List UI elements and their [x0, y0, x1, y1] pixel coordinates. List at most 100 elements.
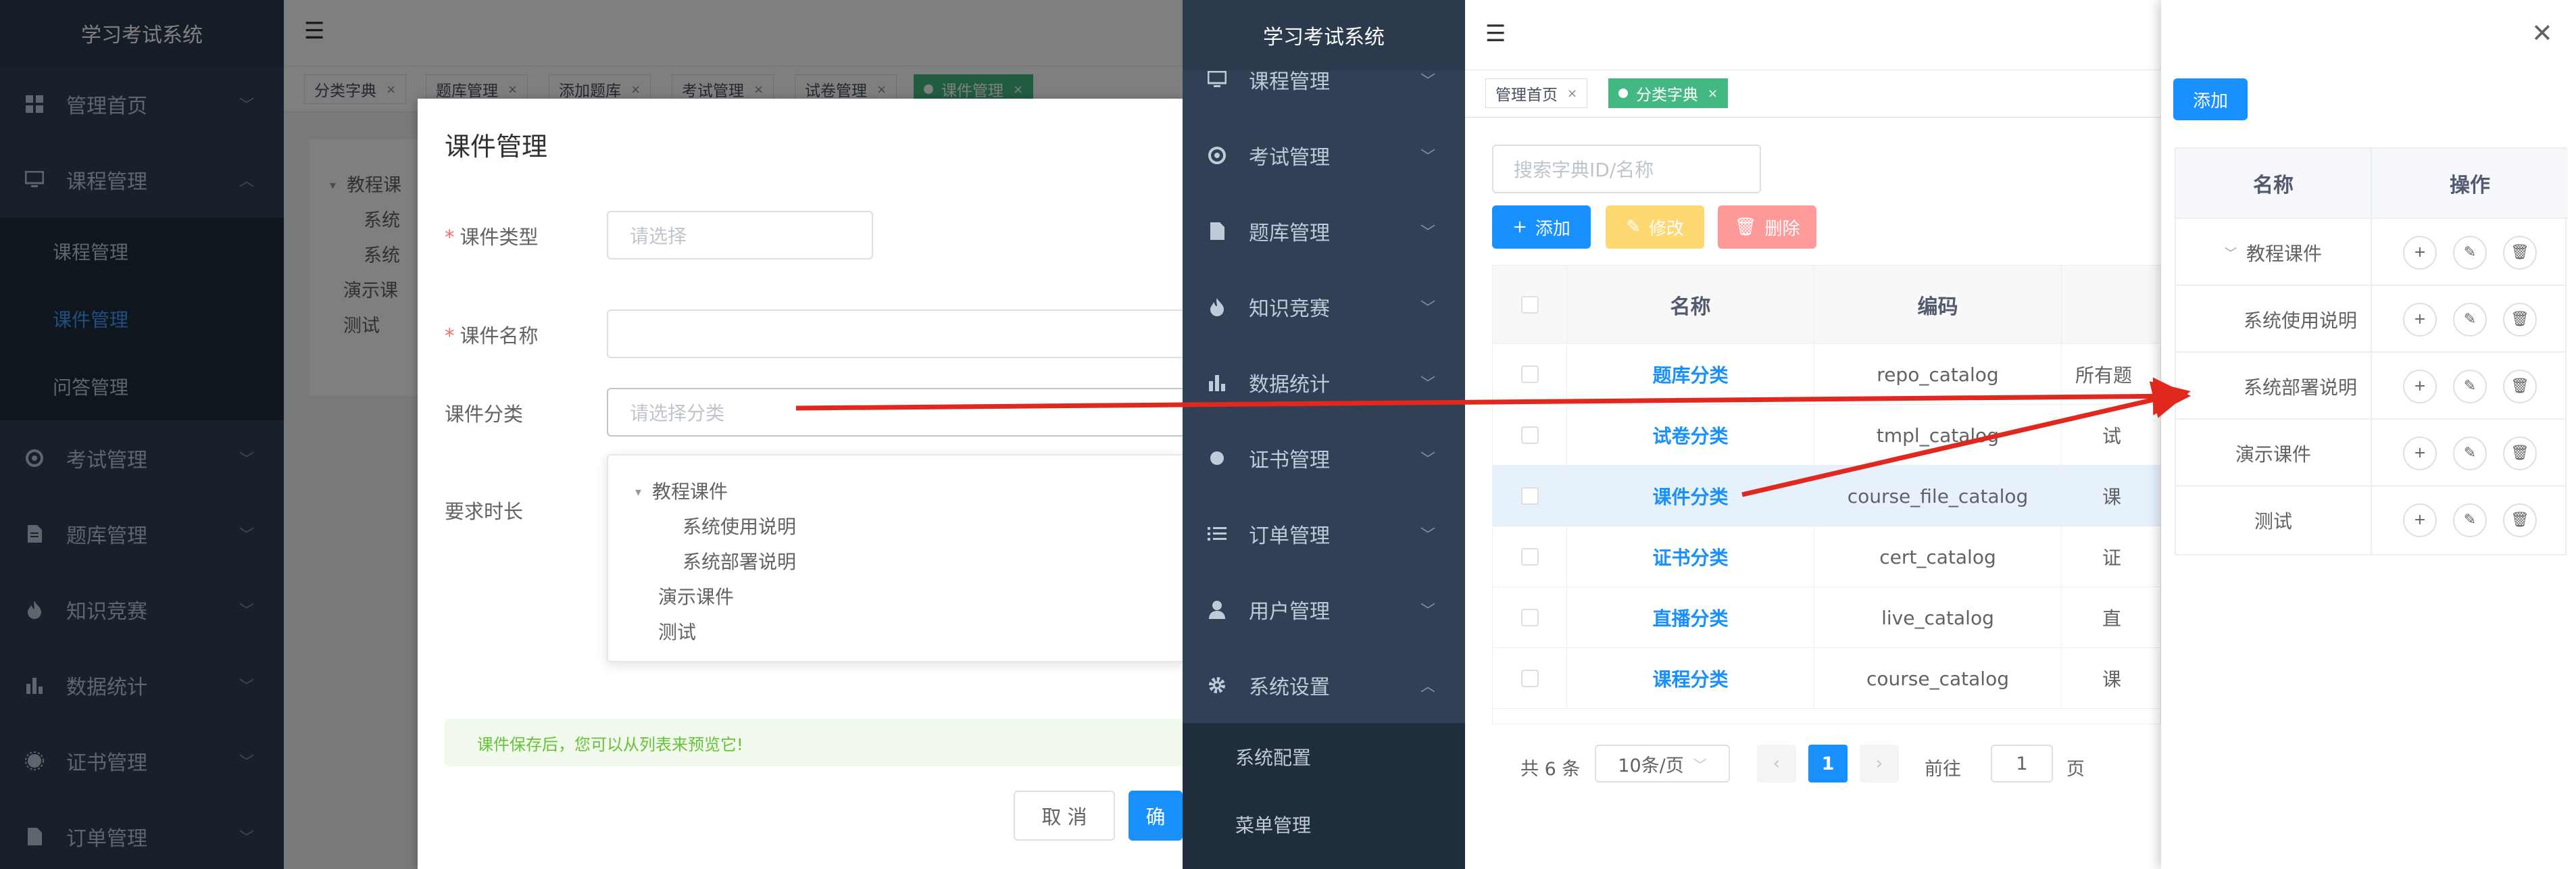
table-row[interactable]: 课程分类 course_catalog 课 — [1493, 648, 2162, 709]
close-icon[interactable]: × — [1567, 86, 1577, 101]
select-all-header — [1493, 266, 1567, 344]
table-row[interactable]: 题库分类 repo_catalog 所有题 — [1493, 344, 2162, 405]
close-icon[interactable]: × — [1708, 86, 1718, 101]
table-row-highlighted[interactable]: 课件分类 course_file_catalog 课 — [1493, 466, 2162, 526]
edit-button[interactable]: ✎ — [2453, 503, 2487, 537]
sidebar-item-label: 证书管理 — [1249, 449, 1330, 472]
select-all-checkbox[interactable] — [1520, 295, 1539, 314]
tree-node-test[interactable]: 测试 — [658, 618, 696, 645]
table-row[interactable]: 直播分类 live_catalog 直 — [1493, 587, 2162, 648]
row-name-link[interactable]: 课件分类 — [1567, 466, 1814, 526]
document-icon — [1207, 221, 1227, 241]
add-child-button[interactable]: + — [2403, 302, 2437, 337]
save-notice: 课件保存后，您可以从列表来预览它! — [445, 719, 1188, 766]
row-checkbox[interactable] — [1520, 426, 1539, 444]
next-page-button[interactable]: › — [1860, 745, 1899, 783]
close-icon[interactable]: ✕ — [2531, 20, 2553, 46]
row-name-link[interactable]: 课程分类 — [1567, 648, 1814, 709]
actions-header: 操作 — [2372, 149, 2568, 219]
row-code: course_catalog — [1814, 648, 2062, 709]
tree-row: 系统使用说明 + ✎ 🗑 — [2176, 286, 2565, 353]
tag-category-dict[interactable]: 分类字典 × — [1608, 78, 1729, 108]
delete-button[interactable]: 🗑 删除 — [1718, 205, 1816, 249]
pagination-total: 共 6 条 — [1520, 759, 1581, 780]
tag-label: 管理首页 — [1495, 86, 1558, 104]
sidebar-item-exam[interactable]: 考试管理 ﹀ — [1183, 118, 1465, 193]
duration-label: 要求时长 — [445, 500, 524, 523]
sidebar-item-label: 考试管理 — [1249, 146, 1330, 170]
prev-page-button[interactable]: ‹ — [1757, 745, 1796, 783]
goto-page-input[interactable]: 1 — [1991, 745, 2053, 783]
tree-row: ﹀ 教程课件 + ✎ 🗑 — [2176, 219, 2565, 286]
extra-header — [2062, 266, 2162, 344]
sidebar-item-order[interactable]: 订单管理 ﹀ — [1183, 496, 1465, 572]
chevron-down-icon: ﹀ — [1420, 451, 1435, 468]
second-sidebar: 学习考试系统 课程管理 ﹀ 考试管理 ﹀ 题库管理 ﹀ 知识竞赛 ﹀ 数据统计 … — [1183, 0, 1465, 869]
add-child-button[interactable]: + — [2403, 369, 2437, 403]
row-name-link[interactable]: 直播分类 — [1567, 587, 1814, 648]
edit-button[interactable]: ✎ 修改 — [1606, 205, 1704, 249]
add-child-button[interactable]: + — [2403, 436, 2437, 470]
name-input[interactable] — [607, 309, 1188, 358]
row-checkbox[interactable] — [1520, 487, 1539, 505]
row-checkbox[interactable] — [1520, 670, 1539, 687]
sidebar-item-contest[interactable]: 知识竞赛 ﹀ — [1183, 269, 1465, 345]
settings-submenu: 系统配置 菜单管理 — [1183, 723, 1465, 869]
edit-button[interactable]: ✎ — [2453, 302, 2487, 337]
caret-down-icon[interactable]: ﹀ — [2225, 244, 2237, 262]
submenu-item-config[interactable]: 系统配置 — [1183, 723, 1465, 791]
row-checkbox[interactable] — [1520, 366, 1539, 383]
type-select[interactable]: 请选择 — [607, 211, 873, 259]
cancel-button[interactable]: 取 消 — [1014, 791, 1115, 841]
hamburger-icon[interactable]: ☰ — [1485, 22, 1508, 45]
delete-button[interactable]: 🗑 — [2503, 369, 2537, 403]
row-name-link[interactable]: 题库分类 — [1567, 344, 1814, 405]
tree-node-deploy[interactable]: 系统部署说明 — [683, 547, 796, 574]
table-row[interactable]: 试卷分类 tmpl_catalog 试 — [1493, 405, 2162, 466]
row-checkbox[interactable] — [1520, 548, 1539, 566]
edit-button[interactable]: ✎ — [2453, 369, 2487, 403]
sidebar-item-label: 订单管理 — [1249, 524, 1330, 548]
sidebar-item-settings[interactable]: 系统设置 ︿ — [1183, 647, 1465, 723]
row-name-link[interactable]: 试卷分类 — [1567, 405, 1814, 466]
edit-button[interactable]: ✎ — [2453, 436, 2487, 470]
drawer-add-button[interactable]: 添加 — [2173, 78, 2248, 120]
edit-button[interactable]: ✎ — [2453, 235, 2487, 270]
tree-node-demo[interactable]: 演示课件 — [658, 582, 734, 610]
tree-row-label: ﹀ 教程课件 — [2176, 219, 2372, 286]
confirm-button[interactable]: 确 — [1129, 791, 1183, 841]
delete-button[interactable]: 🗑 — [2503, 235, 2537, 270]
category-select[interactable]: 请选择分类 — [607, 388, 1188, 437]
sidebar-item-repo[interactable]: 题库管理 ﹀ — [1183, 193, 1465, 269]
dialog-title: 课件管理 — [445, 132, 548, 162]
page-size-select[interactable]: 10条/页 ﹀ — [1595, 745, 1730, 783]
drawer-tree-table: 名称 操作 ﹀ 教程课件 + ✎ 🗑 系统使用说明 + ✎ 🗑 系统部署说明 + ✎ 🗑 演示… — [2175, 147, 2568, 555]
current-page-button[interactable]: 1 — [1808, 745, 1848, 783]
delete-button[interactable]: 🗑 — [2503, 436, 2537, 470]
tree-node-usage[interactable]: 系统使用说明 — [683, 512, 796, 539]
submenu-item-label: 系统配置 — [1235, 747, 1312, 769]
add-child-button[interactable]: + — [2403, 503, 2437, 537]
row-checkbox[interactable] — [1520, 609, 1539, 626]
sidebar-item-stats[interactable]: 数据统计 ﹀ — [1183, 345, 1465, 420]
tag-home[interactable]: 管理首页 × — [1485, 78, 1588, 108]
sidebar-item-user[interactable]: 用户管理 ﹀ — [1183, 572, 1465, 647]
submenu-item-menu[interactable]: 菜单管理 — [1183, 791, 1465, 858]
add-button[interactable]: + 添加 — [1492, 205, 1591, 249]
chevron-down-icon: ﹀ — [1420, 224, 1435, 241]
sidebar-item-label: 数据统计 — [1249, 373, 1330, 397]
caret-down-icon[interactable]: ▾ — [635, 485, 641, 499]
sidebar-item-cert[interactable]: 证书管理 ﹀ — [1183, 420, 1465, 496]
sidebar-item-label: 题库管理 — [1249, 222, 1330, 245]
tree-node-tutorial[interactable]: ▾ 教程课件 — [635, 477, 728, 504]
dict-table: 名称 编码 题库分类 repo_catalog 所有题 试卷分类 tmpl_ca… — [1492, 265, 2162, 724]
row-checkbox-cell — [1493, 466, 1567, 526]
row-code: course_file_catalog — [1814, 466, 2062, 526]
delete-button[interactable]: 🗑 — [2503, 503, 2537, 537]
table-row[interactable]: 证书分类 cert_catalog 证 — [1493, 526, 2162, 587]
delete-button[interactable]: 🗑 — [2503, 302, 2537, 337]
row-name-link[interactable]: 证书分类 — [1567, 526, 1814, 587]
certificate-icon — [1207, 448, 1227, 468]
add-child-button[interactable]: + — [2403, 235, 2437, 270]
search-input[interactable]: 搜索字典ID/名称 — [1492, 145, 1761, 193]
